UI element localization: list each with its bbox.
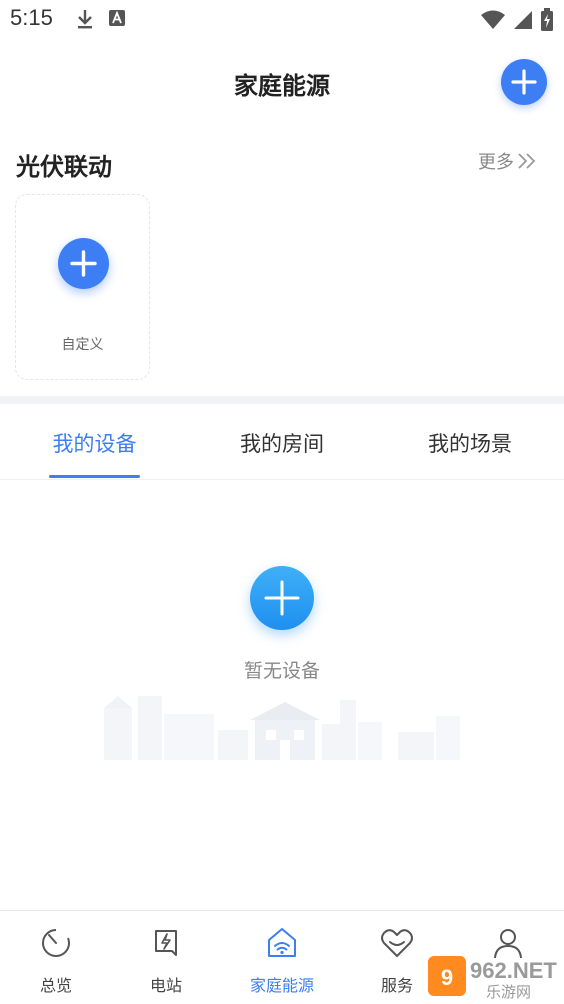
custom-add-button[interactable] [58, 238, 109, 289]
nav-label-overview: 总览 [39, 976, 72, 995]
more-label: 更多 [478, 152, 514, 173]
watermark-logo: 9 962.NET 乐游网 [428, 956, 557, 1000]
download-icon [78, 10, 92, 29]
section-divider [0, 396, 564, 404]
nav-label-home-energy: 家庭能源 [249, 976, 314, 995]
custom-scene-card[interactable]: 自定义 [15, 194, 150, 380]
section-title-linkage: 光伏联动 [16, 153, 112, 181]
custom-label: 自定义 [61, 337, 104, 353]
overview-icon [42, 928, 70, 957]
more-link[interactable]: 更多 [478, 148, 538, 174]
tab-indicator [49, 475, 140, 478]
battery-icon [541, 8, 553, 31]
device-tabs: 我的设备 我的房间 我的场景 [0, 404, 564, 480]
empty-state-text: 暂无设备 [243, 660, 320, 682]
watermark-brand: 962.NET [470, 958, 557, 983]
service-heart-icon [381, 929, 413, 957]
wifi-icon [481, 10, 505, 29]
power-station-icon [155, 930, 177, 956]
plus-icon [70, 250, 97, 277]
nav-item-overview[interactable]: 总览 [0, 911, 112, 1004]
plus-icon [264, 580, 300, 616]
signal-icon [514, 11, 532, 29]
tab-my-rooms[interactable]: 我的房间 [232, 428, 332, 458]
add-button[interactable] [501, 59, 547, 105]
plus-icon [511, 69, 537, 95]
home-energy-icon [268, 928, 296, 957]
add-device-button[interactable] [250, 566, 314, 630]
nav-label-power-station: 电站 [149, 976, 182, 995]
status-bar: 5:15 [0, 0, 564, 40]
status-time: 5:15 [10, 5, 53, 30]
tab-my-devices[interactable]: 我的设备 [49, 428, 140, 458]
nav-item-power-station[interactable]: 电站 [110, 911, 222, 1004]
status-right-icons [480, 8, 554, 32]
header: 家庭能源 [0, 56, 564, 108]
page-title: 家庭能源 [234, 72, 330, 100]
double-chevron-right-icon [518, 153, 536, 169]
tab-my-scenes[interactable]: 我的场景 [420, 428, 520, 458]
nav-item-home-energy[interactable]: 家庭能源 [226, 911, 338, 1004]
city-illustration [104, 696, 460, 760]
a-icon [109, 10, 125, 26]
watermark-subtitle: 乐游网 [486, 983, 531, 1000]
status-left-icons [76, 8, 126, 30]
svg-text:9: 9 [441, 965, 453, 990]
